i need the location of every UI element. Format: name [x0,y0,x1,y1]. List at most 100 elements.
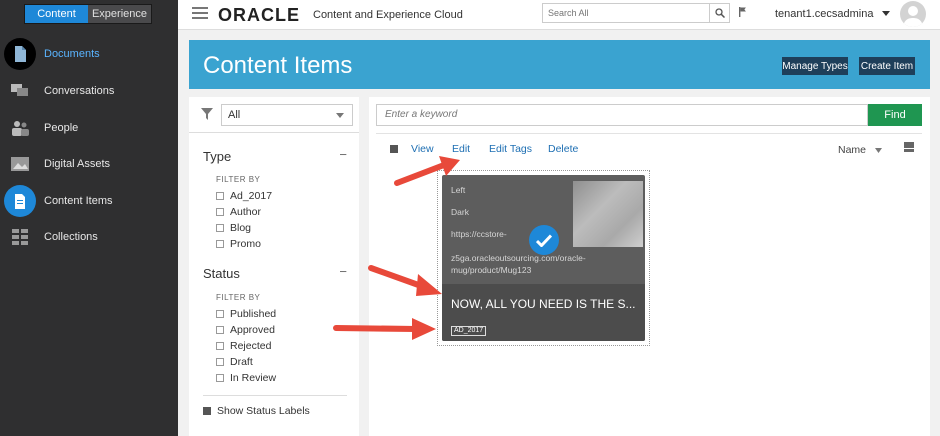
chevron-down-icon [336,113,344,118]
show-status-labels-option[interactable]: Show Status Labels [203,405,310,417]
checkbox-label: In Review [230,372,277,384]
item-toolbar: View Edit Edit Tags Delete Name [376,133,922,156]
document-icon [4,38,36,70]
collapse-status-button[interactable]: − [339,264,347,279]
status-filter-option[interactable]: Published [216,308,276,320]
checkmark-icon[interactable] [529,225,559,255]
page-title: Content Items [203,52,353,79]
checkbox[interactable] [216,310,224,318]
sort-dropdown[interactable]: Name [838,144,882,156]
status-section-title: Status [203,266,240,281]
mode-tab-content[interactable]: Content [25,5,88,23]
sidebar-item-label: Collections [44,231,98,243]
sidebar-item-collections[interactable]: Collections [0,220,178,254]
filter-icon [201,108,213,123]
grid-icon [2,219,38,255]
arrow-annotation-tag [333,318,436,340]
type-filter-option[interactable]: Promo [216,238,261,250]
edit-tags-action[interactable]: Edit Tags [489,143,532,155]
user-menu[interactable]: tenant1.cecsadmina [775,8,890,20]
checkbox-label: Promo [230,238,261,250]
card-title: NOW, ALL YOU NEED IS THE S... [451,297,636,311]
sort-label: Name [838,144,867,156]
search-input[interactable] [543,4,709,22]
content-item-icon [4,185,36,217]
checkbox[interactable] [216,224,224,232]
card-field: https://ccstore- [451,229,507,239]
filter-select[interactable]: All [221,104,353,126]
arrow-annotation-edit [394,156,460,186]
type-section-title: Type [203,149,232,164]
content-item-card[interactable]: Left Dark https://ccstore- z5ga.oracleou… [442,175,645,341]
status-filter-option[interactable]: Draft [216,356,253,368]
checkbox[interactable] [216,192,224,200]
checkbox[interactable] [216,208,224,216]
top-header: ORACLE Content and Experience Cloud tena… [178,0,940,30]
sidebar-item-conversations[interactable]: Conversations [0,74,178,108]
content-item-card-selection[interactable]: Left Dark https://ccstore- z5ga.oracleou… [437,170,650,346]
select-all-checkbox[interactable] [390,145,398,153]
checkbox[interactable] [216,374,224,382]
mode-tab-experience[interactable]: Experience [88,5,151,23]
checkbox[interactable] [216,358,224,366]
status-filter-option[interactable]: Approved [216,324,275,336]
hamburger-menu-icon[interactable] [192,7,208,22]
checkbox[interactable] [216,240,224,248]
sidebar-item-digital-assets[interactable]: Digital Assets [0,147,178,181]
status-filter-option[interactable]: In Review [216,372,276,384]
sidebar-item-label: People [44,122,79,134]
card-field: Dark [451,207,469,217]
chat-icon [2,73,38,109]
checkbox-label: Draft [230,356,253,368]
checkbox[interactable] [216,326,224,334]
sidebar-item-documents[interactable]: Documents [0,37,178,71]
global-search [542,3,730,23]
type-filter-option[interactable]: Author [216,206,261,218]
sidebar-item-content-items[interactable]: Content Items [0,184,178,218]
keyword-input[interactable]: Enter a keyword [376,104,868,126]
create-item-button[interactable]: Create Item [859,57,915,75]
filter-panel: All Type − FILTER BY Ad_2017 Author Blog… [189,97,359,436]
user-name: tenant1.cecsadmina [775,8,874,20]
page-banner: Content Items Manage Types Create Item [189,40,930,89]
divider [203,395,347,396]
find-button[interactable]: Find [868,104,922,126]
keyword-placeholder: Enter a keyword [385,109,458,120]
oracle-logo: ORACLE [218,5,300,25]
search-icon[interactable] [709,4,729,22]
view-action[interactable]: View [411,143,434,155]
checkbox-label: Published [230,308,277,320]
edit-action[interactable]: Edit [452,143,470,155]
checkbox[interactable] [203,407,211,415]
sidebar-item-label: Conversations [44,85,115,97]
status-filter-option[interactable]: Rejected [216,340,271,352]
filter-header: All [189,97,359,133]
sidebar-item-label: Content Items [44,195,113,207]
checkbox[interactable] [216,342,224,350]
checkbox-label: Rejected [230,340,272,352]
sidebar-item-label: Digital Assets [44,158,111,170]
chevron-down-icon [881,11,890,16]
checkbox-label: Ad_2017 [230,190,273,202]
card-field: z5ga.oracleoutsourcing.com/oracle- [451,253,586,263]
product-name: Content and Experience Cloud [313,9,463,21]
sidebar-item-label: Documents [44,48,100,60]
view-toggle-icon[interactable] [904,142,914,155]
sidebar-item-people[interactable]: People [0,111,178,145]
checkbox-label: Show Status Labels [217,405,310,417]
filter-select-value: All [228,109,241,121]
checkbox-label: Blog [230,222,252,234]
status-filter-by-label: FILTER BY [216,293,261,302]
avatar[interactable] [900,1,926,27]
flag-icon[interactable] [739,7,747,20]
collapse-type-button[interactable]: − [339,147,347,162]
image-icon [2,146,38,182]
people-icon [2,110,38,146]
type-filter-option[interactable]: Blog [216,222,251,234]
mode-toggle: Content Experience [24,4,152,24]
manage-types-button[interactable]: Manage Types [782,57,848,75]
checkbox-label: Approved [230,324,275,336]
checkbox-label: Author [230,206,261,218]
type-filter-option[interactable]: Ad_2017 [216,190,272,202]
delete-action[interactable]: Delete [548,143,578,155]
